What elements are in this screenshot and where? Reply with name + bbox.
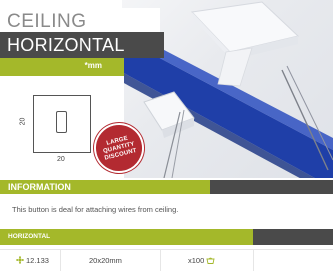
product-page: CEILING HORIZONTAL CLIP *mm 20 20 LARGE … bbox=[0, 0, 333, 271]
unit-label: *mm bbox=[84, 61, 102, 70]
information-text: This button is deal for attaching wires … bbox=[12, 205, 179, 214]
height-dimension: 20 bbox=[19, 117, 27, 126]
product-size: 20x20mm bbox=[89, 256, 122, 265]
bag-icon bbox=[206, 257, 215, 264]
title-line-2: HORIZONTAL CLIP bbox=[0, 32, 164, 76]
product-code-cell: 12.133 bbox=[16, 256, 49, 265]
width-dimension: 20 bbox=[57, 156, 65, 163]
reference-icon bbox=[16, 256, 24, 264]
column-divider bbox=[160, 249, 161, 271]
information-header: INFORMATION bbox=[0, 180, 333, 194]
table-row[interactable]: 12.133 20x20mm x100 bbox=[0, 249, 333, 271]
column-divider bbox=[253, 249, 254, 271]
product-quantity: x100 bbox=[188, 256, 205, 265]
product-quantity-cell: x100 bbox=[188, 256, 215, 265]
table-header: HORIZONTAL bbox=[0, 229, 333, 245]
title-line-1: CEILING bbox=[0, 8, 160, 34]
column-divider bbox=[60, 249, 61, 271]
page-title-primary: CEILING bbox=[7, 11, 87, 32]
table-header-label: HORIZONTAL bbox=[8, 233, 51, 240]
unit-strip: *mm bbox=[0, 58, 124, 76]
clip-slot bbox=[56, 111, 67, 133]
product-code: 12.133 bbox=[26, 256, 49, 265]
information-heading: INFORMATION bbox=[8, 182, 71, 192]
